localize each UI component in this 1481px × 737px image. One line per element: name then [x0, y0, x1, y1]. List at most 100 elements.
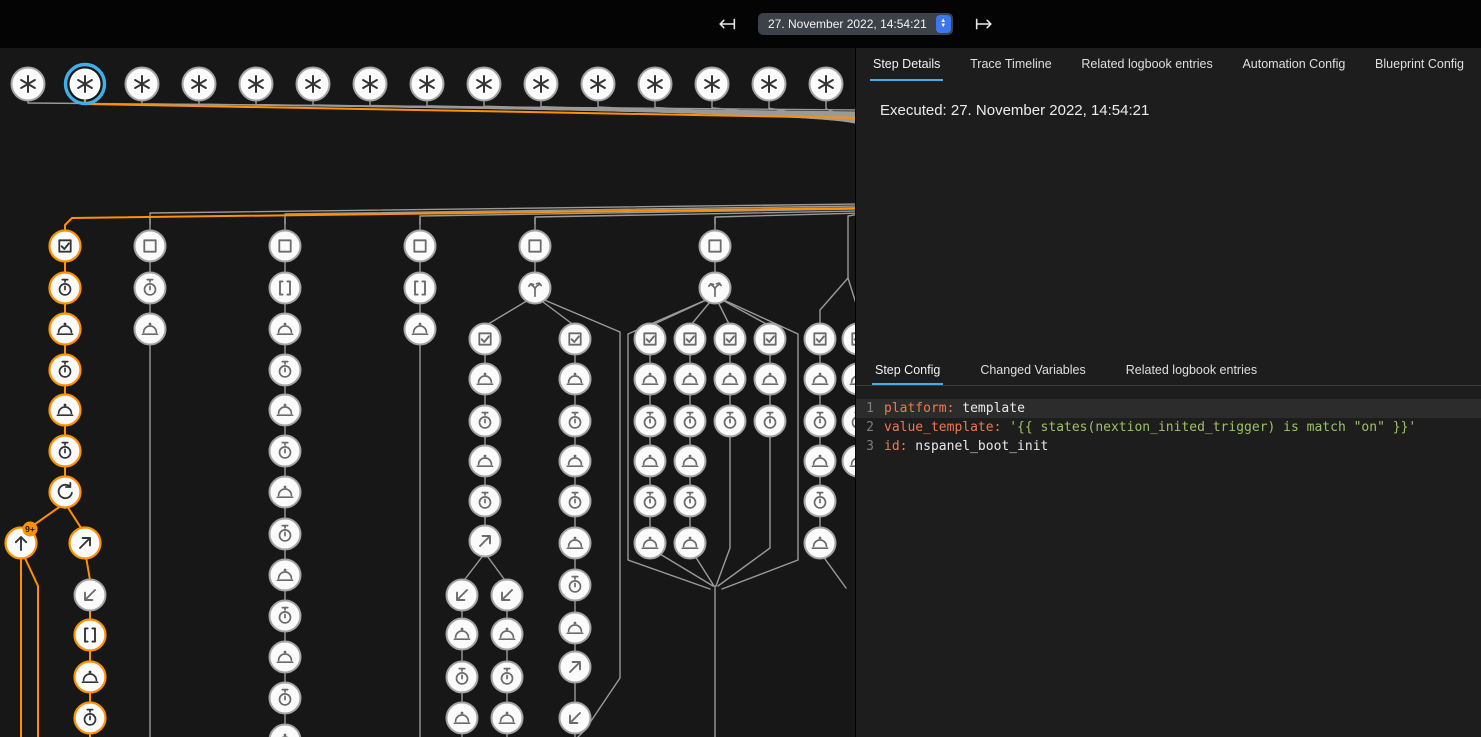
graph-node-timer[interactable]: [50, 273, 81, 304]
graph-node-service[interactable]: [492, 703, 523, 734]
graph-node-arrow-dl[interactable]: [492, 580, 523, 611]
graph-node-service[interactable]: [492, 619, 523, 650]
graph-node-trigger[interactable]: [411, 68, 444, 101]
graph-node-trigger[interactable]: [468, 68, 501, 101]
graph-node-service[interactable]: [50, 314, 81, 345]
graph-node-trigger[interactable]: [240, 68, 273, 101]
graph-node-service[interactable]: [635, 528, 666, 559]
graph-node-arrow-ur[interactable]: [70, 528, 101, 559]
graph-node-service[interactable]: [470, 364, 501, 395]
graph-node-brackets[interactable]: [75, 620, 106, 651]
graph-node-service[interactable]: [675, 446, 706, 477]
graph-node-service[interactable]: [270, 642, 301, 673]
graph-node-service[interactable]: [405, 314, 436, 345]
graph-node-timer[interactable]: [50, 436, 81, 467]
graph-node-service[interactable]: [805, 364, 836, 395]
graph-node-arrow-dl[interactable]: [560, 703, 591, 734]
graph-node-timer[interactable]: [447, 662, 478, 693]
graph-node-condition[interactable]: [560, 324, 591, 355]
config-tab-changed-variables[interactable]: Changed Variables: [977, 356, 1088, 385]
graph-node-timer[interactable]: [560, 406, 591, 437]
graph-node-timer[interactable]: [270, 519, 301, 550]
run-selector[interactable]: 27. November 2022, 14:54:21 ▲▼: [758, 13, 953, 35]
graph-node-timer[interactable]: [560, 570, 591, 601]
tab-trace-timeline[interactable]: Trace Timeline: [967, 48, 1055, 81]
graph-node-service[interactable]: [270, 725, 301, 737]
graph-node-service[interactable]: [635, 364, 666, 395]
graph-node-arrow-dl[interactable]: [447, 580, 478, 611]
graph-node-service[interactable]: [470, 446, 501, 477]
graph-node-timer[interactable]: [75, 703, 106, 734]
graph-node-square[interactable]: [520, 231, 551, 262]
graph-node-square[interactable]: [405, 231, 436, 262]
graph-node-arrow-ur[interactable]: [470, 526, 501, 557]
graph-node-service[interactable]: [270, 477, 301, 508]
graph-node-condition[interactable]: [755, 324, 786, 355]
tab-automation-config[interactable]: Automation Config: [1239, 48, 1348, 81]
graph-node-timer[interactable]: [635, 486, 666, 517]
graph-node-timer[interactable]: [270, 683, 301, 714]
graph-node-condition[interactable]: [675, 324, 706, 355]
graph-node-service[interactable]: [270, 314, 301, 345]
graph-node-trigger[interactable]: [639, 68, 672, 101]
graph-node-timer[interactable]: [805, 406, 836, 437]
graph-node-timer[interactable]: [560, 486, 591, 517]
graph-node-trigger[interactable]: [126, 68, 159, 101]
graph-node-service[interactable]: [447, 703, 478, 734]
graph-node-arrow-ur[interactable]: [560, 652, 591, 683]
graph-node-trigger[interactable]: [696, 68, 729, 101]
tab-related-logbook-entries[interactable]: Related logbook entries: [1078, 48, 1215, 81]
graph-node-brackets[interactable]: [270, 273, 301, 304]
graph-node-service[interactable]: [270, 395, 301, 426]
graph-node-condition[interactable]: [843, 324, 856, 355]
graph-node-service[interactable]: [843, 364, 856, 395]
graph-node-timer[interactable]: [492, 662, 523, 693]
graph-node-repeat[interactable]: [50, 477, 81, 508]
graph-node-service[interactable]: [135, 314, 166, 345]
graph-node-timer[interactable]: [635, 406, 666, 437]
graph-node-square[interactable]: [270, 231, 301, 262]
graph-node-trigger[interactable]: [12, 68, 45, 101]
graph-node-trigger[interactable]: [753, 68, 786, 101]
graph-node-timer[interactable]: [715, 406, 746, 437]
graph-node-timer[interactable]: [843, 406, 856, 437]
graph-node-service[interactable]: [843, 446, 856, 477]
graph-node-trigger[interactable]: [354, 68, 387, 101]
graph-node-timer[interactable]: [805, 486, 836, 517]
graph-node-trigger[interactable]: [525, 68, 558, 101]
graph-node-service[interactable]: [805, 528, 836, 559]
graph-node-service[interactable]: [560, 613, 591, 644]
graph-node-timer[interactable]: [675, 486, 706, 517]
graph-node-condition[interactable]: [470, 324, 501, 355]
graph-node-timer[interactable]: [270, 355, 301, 386]
graph-node-timer[interactable]: [50, 355, 81, 386]
graph-node-square[interactable]: [135, 231, 166, 262]
graph-node-service[interactable]: [447, 619, 478, 650]
graph-node-service[interactable]: [560, 364, 591, 395]
graph-node-square[interactable]: [700, 231, 731, 262]
graph-node-service[interactable]: [75, 662, 106, 693]
graph-node-timer[interactable]: [675, 406, 706, 437]
config-tab-related-logbook-entries[interactable]: Related logbook entries: [1123, 356, 1260, 385]
graph-node-service[interactable]: [560, 528, 591, 559]
graph-node-service[interactable]: [755, 364, 786, 395]
graph-node-arrow-dl[interactable]: [75, 580, 106, 611]
graph-node-service[interactable]: [635, 446, 666, 477]
graph-node-service[interactable]: [805, 446, 836, 477]
config-tab-step-config[interactable]: Step Config: [872, 356, 943, 385]
tab-step-details[interactable]: Step Details: [870, 48, 943, 81]
graph-node-choose[interactable]: [520, 273, 551, 304]
graph-node-trigger[interactable]: [66, 65, 105, 104]
graph-node-choose[interactable]: [700, 273, 731, 304]
graph-node-trigger[interactable]: [810, 68, 843, 101]
graph-node-condition[interactable]: [50, 231, 81, 262]
previous-run-button[interactable]: [714, 11, 740, 37]
graph-node-condition[interactable]: [635, 324, 666, 355]
graph-node-service[interactable]: [675, 528, 706, 559]
graph-node-brackets[interactable]: [405, 273, 436, 304]
tab-blueprint-config[interactable]: Blueprint Config: [1372, 48, 1467, 81]
graph-node-service[interactable]: [270, 560, 301, 591]
graph-node-service[interactable]: [560, 446, 591, 477]
graph-node-timer[interactable]: [135, 273, 166, 304]
graph-node-trigger[interactable]: [183, 68, 216, 101]
